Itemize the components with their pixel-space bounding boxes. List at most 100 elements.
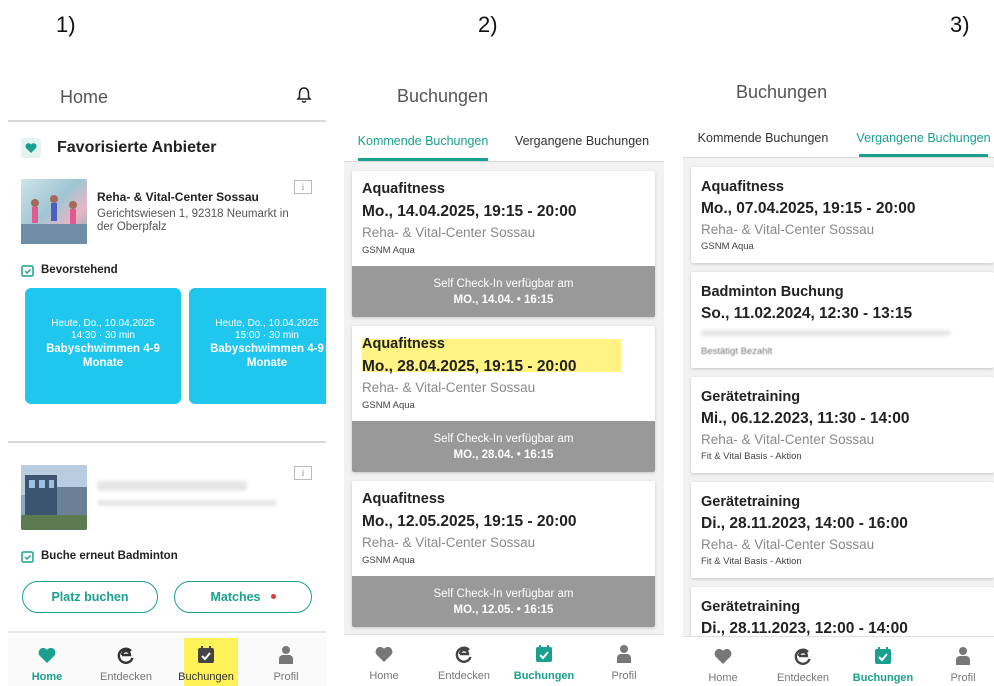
heart-icon (38, 647, 56, 663)
checkin-time: MO., 14.04. • 16:15 (453, 294, 554, 306)
booking-venue: Reha- & Vital-Center Sossau (362, 225, 536, 240)
tab-upcoming[interactable]: Kommende Buchungen (352, 121, 494, 161)
nav-profile-label: Profil (273, 671, 299, 683)
tile-time: 15:00 · 30 min (235, 330, 299, 341)
checkin-label: Self Check-In verfügbar am (433, 433, 574, 445)
nav-profile-label: Profil (950, 672, 976, 684)
booking-date: Mo., 12.05.2025, 19:15 - 20:00 (362, 513, 577, 530)
booking-subtitle: GSNM Aqua (362, 400, 415, 411)
nav-discover-label: Entdecken (438, 670, 490, 682)
booking-subtitle: GSNM Aqua (362, 555, 415, 566)
nav-home[interactable]: Home (683, 637, 765, 686)
nav-home-label: Home (708, 672, 738, 684)
booking-card[interactable]: Aquafitness Mo., 07.04.2025, 19:15 - 20:… (691, 167, 994, 263)
nav-discover[interactable]: Entdecken (84, 636, 168, 686)
bottom-nav: Home Entdecken Buchungen Profil (683, 636, 994, 686)
booking-venue: Reha- & Vital-Center Sossau (362, 380, 536, 395)
upcoming-header: Buchungen (344, 68, 664, 121)
page-title: Home (60, 87, 109, 107)
tile-name-2: Monate (82, 357, 124, 369)
booking-card[interactable]: Aquafitness Mo., 14.04.2025, 19:15 - 20:… (352, 171, 655, 317)
upcoming-tile[interactable]: Heute, Do., 10.04.2025 14:30 · 30 min Ba… (25, 288, 181, 404)
booking-subtitle: Fit & Vital Basis - Aktion (701, 451, 802, 462)
info-icon[interactable]: i (294, 180, 312, 194)
booking-card[interactable]: Gerätetraining Mi., 06.12.2023, 11:30 - … (691, 377, 994, 473)
booking-date: Di., 28.11.2023, 14:00 - 16:00 (701, 515, 908, 532)
self-checkin-banner[interactable]: Self Check-In verfügbar am MO., 12.05. •… (352, 576, 655, 627)
phone-home: Home Favorisierte Anbieter Reha- & Vital… (8, 68, 326, 686)
nav-discover[interactable]: Entdecken (422, 635, 506, 686)
self-checkin-banner[interactable]: Self Check-In verfügbar am MO., 28.04. •… (352, 421, 655, 472)
tab-upcoming[interactable]: Kommende Buchungen (691, 118, 835, 157)
booking-subtitle: Fit & Vital Basis - Aktion (701, 556, 802, 567)
booking-card[interactable]: Aquafitness Mo., 28.04.2025, 19:15 - 20:… (352, 326, 655, 472)
nav-bookings-label: Buchungen (178, 671, 234, 683)
nav-profile[interactable]: Profil (244, 636, 326, 686)
booking-tabs: Kommende Buchungen Vergangene Buchungen (344, 121, 664, 162)
nav-bookings-label: Buchungen (513, 670, 575, 682)
heart-icon (714, 648, 732, 664)
provider-name[interactable]: Reha- & Vital-Center Sossau (97, 190, 259, 204)
tab-past[interactable]: Vergangene Buchungen (853, 118, 994, 157)
calendar-check-icon (21, 551, 34, 563)
bell-icon[interactable] (296, 86, 312, 104)
calendar-check-icon (198, 646, 214, 663)
bottom-nav: Home Entdecken Buchungen Profil (344, 634, 664, 686)
booking-date: Mo., 07.04.2025, 19:15 - 20:00 (701, 200, 916, 217)
favorites-title: Favorisierte Anbieter (57, 139, 217, 156)
matches-button[interactable]: Matches (174, 581, 312, 613)
upcoming-tile[interactable]: Heute, Do., 10.04.2025 15:00 · 30 min Ba… (189, 288, 326, 404)
page-title: Buchungen (736, 82, 828, 102)
nav-home[interactable]: Home (344, 635, 426, 686)
provider-image[interactable] (21, 179, 87, 244)
upcoming-label: Bevorstehend (41, 264, 118, 276)
tab-past[interactable]: Vergangene Buchungen (508, 121, 656, 161)
booking-card[interactable]: Aquafitness Mo., 12.05.2025, 19:15 - 20:… (352, 481, 655, 627)
info-icon[interactable]: i (294, 466, 312, 480)
tile-date: Heute, Do., 10.04.2025 (51, 318, 155, 329)
book-court-button[interactable]: Platz buchen (22, 581, 158, 613)
booking-date: Mo., 14.04.2025, 19:15 - 20:00 (362, 203, 577, 220)
blurred-provider-address (97, 500, 277, 506)
nav-discover-label: Entdecken (777, 672, 829, 684)
booking-title: Gerätetraining (701, 599, 801, 615)
phone-upcoming: Buchungen Kommende Buchungen Vergangene … (344, 68, 664, 686)
tile-date: Heute, Do., 10.04.2025 (215, 318, 319, 329)
booking-tabs: Kommende Buchungen Vergangene Buchungen (683, 118, 994, 158)
step-label-1: 1) (56, 12, 76, 37)
nav-bookings[interactable]: Buchungen (164, 636, 248, 686)
nav-home-label: Home (369, 670, 399, 682)
nav-profile[interactable]: Profil (582, 635, 664, 686)
provider-image-2[interactable] (21, 465, 87, 530)
nav-bookings[interactable]: Buchungen (502, 635, 586, 686)
booking-title: Gerätetraining (701, 494, 801, 510)
checkin-label: Self Check-In verfügbar am (433, 588, 574, 600)
past-header: Buchungen (683, 68, 994, 118)
booking-status: Bestätigt Bezahlt (701, 346, 773, 357)
step-label-2: 2) (478, 12, 498, 37)
booking-venue: Reha- & Vital-Center Sossau (701, 432, 875, 447)
nav-bookings[interactable]: Buchungen (841, 637, 925, 686)
booking-title: Aquafitness (362, 491, 445, 507)
nav-home[interactable]: Home (8, 636, 89, 686)
nav-profile[interactable]: Profil (921, 637, 994, 686)
booking-card[interactable]: Badminton Buchung So., 11.02.2024, 12:30… (691, 272, 994, 368)
provider-address: Gerichtswiesen 1, 92318 Neumarkt in der … (97, 208, 289, 234)
divider (8, 120, 326, 122)
nav-discover[interactable]: Entdecken (761, 637, 845, 686)
address-line-1: Gerichtswiesen 1, 92318 Neumarkt in (97, 208, 289, 220)
self-checkin-banner[interactable]: Self Check-In verfügbar am MO., 14.04. •… (352, 266, 655, 317)
checkin-time: MO., 28.04. • 16:15 (453, 449, 554, 461)
user-icon (617, 645, 631, 663)
checkin-label: Self Check-In verfügbar am (433, 278, 574, 290)
user-icon (279, 646, 293, 664)
phone-past: Buchungen Kommende Buchungen Vergangene … (683, 68, 994, 686)
calendar-check-icon (536, 645, 552, 662)
tile-time: 14:30 · 30 min (71, 330, 135, 341)
checkin-time: MO., 12.05. • 16:15 (453, 604, 554, 616)
nav-bookings-label: Buchungen (852, 672, 914, 684)
blurred-provider-name (97, 481, 247, 491)
heart-icon (375, 646, 393, 662)
booking-card[interactable]: Gerätetraining Di., 28.11.2023, 14:00 - … (691, 482, 994, 578)
discover-icon (455, 646, 472, 663)
